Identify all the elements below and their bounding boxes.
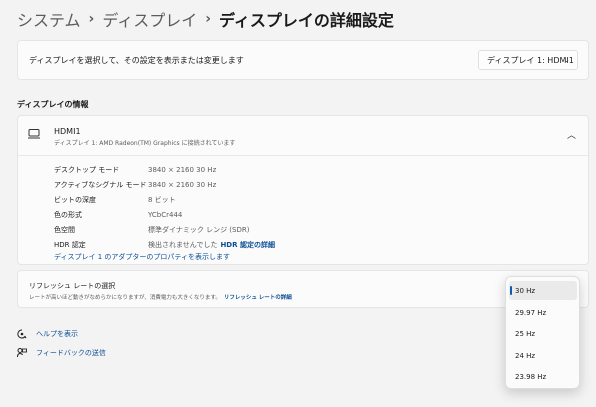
display-select-description: ディスプレイを選択して、その設定を表示または変更します <box>29 56 244 65</box>
property-row: 色の形式 YCbCr444 <box>54 207 275 222</box>
refresh-rate-option[interactable]: 23.98 Hz <box>509 367 577 386</box>
page-title: ディスプレイの詳細設定 <box>218 11 394 30</box>
property-row: HDR 認定 検出されませんでした HDR 認定の詳細 <box>54 237 275 252</box>
refresh-rate-description: レートが高いほど動きがなめらかになりますが、消費電力も大きくなります。 リフレッシ… <box>29 293 292 301</box>
display-properties: デスクトップ モード 3840 × 2160 30 Hz アクティブなシグナル … <box>54 162 275 252</box>
refresh-rate-option-label: 29.97 Hz <box>515 308 547 317</box>
divider <box>18 155 588 156</box>
feedback-link-label: フィードバックの送信 <box>36 349 106 357</box>
refresh-rate-option[interactable]: 29.97 Hz <box>509 303 577 322</box>
refresh-rate-learn-more-link[interactable]: リフレッシュ レートの詳細 <box>224 295 292 301</box>
refresh-rate-option-label: 23.98 Hz <box>515 372 547 381</box>
section-title-display-info: ディスプレイの情報 <box>17 100 89 109</box>
property-label: アクティブなシグナル モード <box>54 180 147 189</box>
breadcrumb-separator-icon: › <box>205 11 211 27</box>
property-row: アクティブなシグナル モード 3840 × 2160 30 Hz <box>54 177 275 192</box>
property-value: 標準ダイナミック レンジ (SDR) <box>148 225 250 234</box>
display-subtitle: ディスプレイ 1: AMD Radeon(TM) Graphics に接続されて… <box>54 140 236 147</box>
property-value: YCbCr444 <box>148 210 183 219</box>
refresh-rate-option[interactable]: 25 Hz <box>509 324 577 343</box>
refresh-rate-option-label: 25 Hz <box>515 329 536 338</box>
display-name: HDMI1 <box>54 127 81 136</box>
refresh-rate-option-label: 24 Hz <box>515 351 536 360</box>
property-label: ビットの深度 <box>54 195 96 204</box>
property-row: ビットの深度 8 ビット <box>54 192 275 207</box>
property-row: デスクトップ モード 3840 × 2160 30 Hz <box>54 162 275 177</box>
display-info-card: HDMI1 ディスプレイ 1: AMD Radeon(TM) Graphics … <box>17 115 589 265</box>
breadcrumb-display[interactable]: ディスプレイ <box>102 7 197 31</box>
chevron-down-icon: ⌄ <box>563 55 570 64</box>
property-label: 色の形式 <box>54 210 82 219</box>
display-dropdown-value: ディスプレイ 1: HDMI1 <box>487 55 574 65</box>
refresh-rate-description-text: レートが高いほど動きがなめらかになりますが、消費電力も大きくなります。 <box>29 295 221 301</box>
feedback-link[interactable]: フィードバックの送信 <box>17 348 106 358</box>
hdr-certification-link[interactable]: HDR 認定の詳細 <box>220 240 275 250</box>
display-select-card: ディスプレイを選択して、その設定を表示または変更します ディスプレイ 1: HD… <box>17 40 589 80</box>
property-value: 3840 × 2160 30 Hz <box>148 180 217 189</box>
property-label: デスクトップ モード <box>54 165 120 174</box>
chevron-up-icon[interactable]: ︿ <box>567 128 576 141</box>
breadcrumb-system[interactable]: システム <box>17 7 81 31</box>
display-dropdown[interactable]: ディスプレイ 1: HDMI1 ⌄ <box>478 50 578 70</box>
refresh-rate-option[interactable]: 24 Hz <box>509 346 577 365</box>
help-icon <box>17 329 27 339</box>
help-link-label: ヘルプを表示 <box>36 330 78 338</box>
monitor-icon <box>28 129 40 139</box>
breadcrumb-separator-icon: › <box>88 11 95 27</box>
refresh-rate-option-label: 30 Hz <box>515 286 536 295</box>
display-info-header[interactable]: HDMI1 ディスプレイ 1: AMD Radeon(TM) Graphics … <box>18 116 588 154</box>
property-row: 色空間 標準ダイナミック レンジ (SDR) <box>54 222 275 237</box>
refresh-rate-flyout: 30 Hz 29.97 Hz 25 Hz 24 Hz 23.98 Hz <box>505 276 580 389</box>
feedback-icon <box>17 348 27 358</box>
property-value: 検出されませんでした <box>148 240 218 249</box>
property-value: 3840 × 2160 30 Hz <box>148 165 217 174</box>
property-label: 色空間 <box>54 225 75 234</box>
selection-indicator <box>510 286 512 295</box>
refresh-rate-card: リフレッシュ レートの選択 レートが高いほど動きがなめらかになりますが、消費電力… <box>17 270 589 308</box>
help-link[interactable]: ヘルプを表示 <box>17 329 78 339</box>
property-value: 8 ビット <box>148 195 176 204</box>
breadcrumb: システム › ディスプレイ › ディスプレイの詳細設定 <box>17 7 394 31</box>
adapter-properties-link[interactable]: ディスプレイ 1 のアダプターのプロパティを表示します <box>54 252 230 262</box>
property-label: HDR 認定 <box>54 240 86 249</box>
refresh-rate-option[interactable]: 30 Hz <box>509 281 577 300</box>
refresh-rate-title: リフレッシュ レートの選択 <box>29 282 116 290</box>
